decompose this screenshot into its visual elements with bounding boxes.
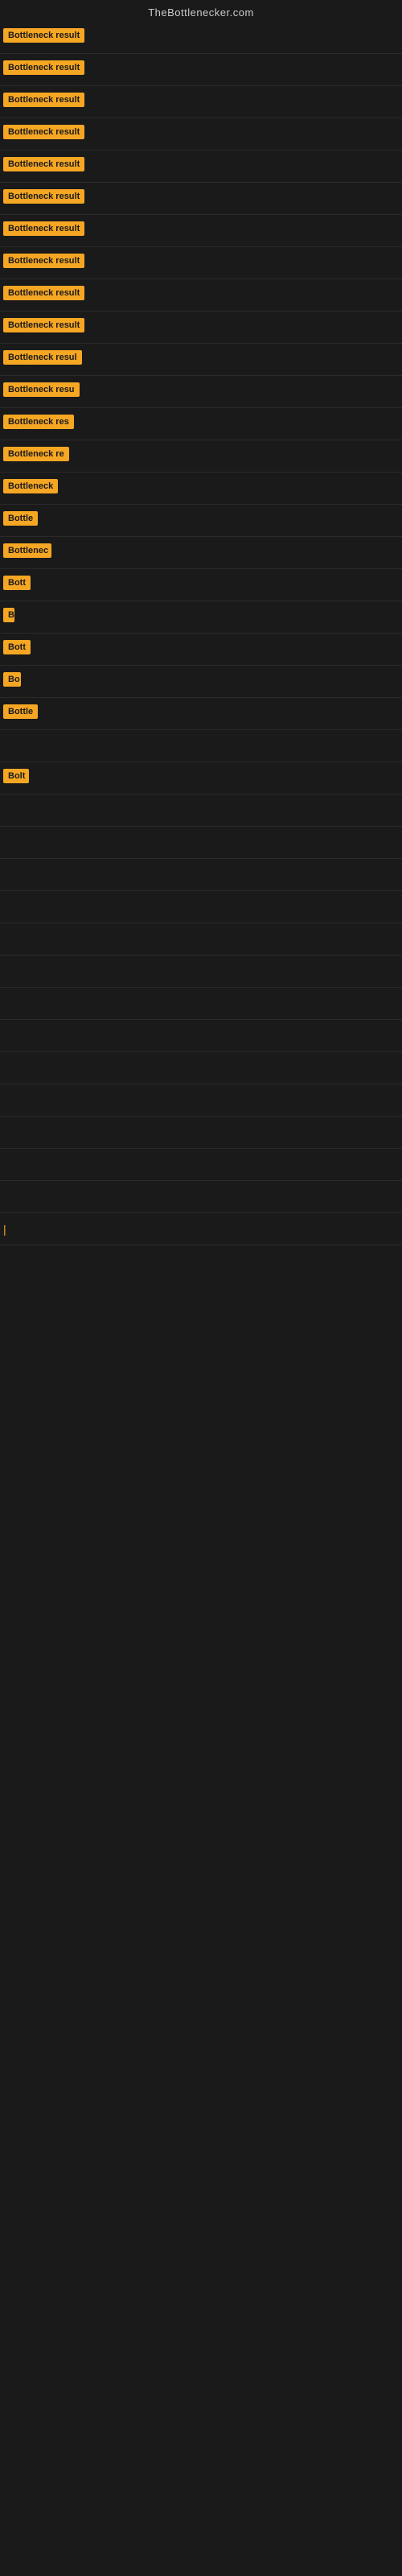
list-item: Bott <box>0 569 402 601</box>
list-item <box>0 1117 402 1149</box>
list-item: B <box>0 601 402 634</box>
list-item <box>0 956 402 988</box>
bottleneck-badge-wrap: Bottleneck result <box>3 286 84 304</box>
bottleneck-badge-wrap: Bottleneck resul <box>3 350 82 369</box>
list-item <box>0 1149 402 1181</box>
list-item: Bottleneck res <box>0 408 402 440</box>
bottleneck-result-badge[interactable]: B <box>3 608 14 622</box>
bottleneck-badge-wrap: Bottleneck result <box>3 157 84 175</box>
list-item <box>0 827 402 859</box>
list-item: Bottleneck result <box>0 215 402 247</box>
list-item: Bottleneck result <box>0 151 402 183</box>
list-item: Bottleneck result <box>0 118 402 151</box>
bottleneck-badge-wrap: Bottleneck result <box>3 189 84 208</box>
bottleneck-badge-wrap: Bott <box>3 576 31 594</box>
bottleneck-result-badge[interactable]: Bottleneck res <box>3 415 74 429</box>
bottleneck-result-badge[interactable]: Bottle <box>3 511 38 526</box>
bottleneck-badge-wrap: Bottleneck result <box>3 93 84 111</box>
list-item: Bottleneck result <box>0 54 402 86</box>
bottleneck-result-badge[interactable]: Bolt <box>3 769 29 783</box>
list-item <box>0 859 402 891</box>
list-item <box>0 1181 402 1213</box>
list-item <box>0 1020 402 1052</box>
bottleneck-badge-wrap: Bott <box>3 640 31 658</box>
list-item: Bottleneck <box>0 473 402 505</box>
list-item: Bottleneck result <box>0 279 402 312</box>
list-item <box>0 795 402 827</box>
bottleneck-badge-wrap: Bottleneck result <box>3 28 84 47</box>
list-item <box>0 1052 402 1084</box>
bottleneck-badge-wrap: B <box>3 608 14 626</box>
bottleneck-badge-wrap: Bottleneck result <box>3 221 84 240</box>
bottleneck-badge-wrap: Bottleneck result <box>3 125 84 143</box>
bottleneck-result-badge[interactable]: Bottleneck result <box>3 157 84 171</box>
list-item: Bottle <box>0 698 402 730</box>
list-item <box>0 730 402 762</box>
cursor-marker: | <box>3 1223 6 1236</box>
bottleneck-result-badge[interactable]: Bottleneck result <box>3 254 84 268</box>
list-item: Bo <box>0 666 402 698</box>
bottleneck-badge-wrap: Bottleneck resu <box>3 382 80 401</box>
bottleneck-badge-wrap: Bolt <box>3 769 29 787</box>
bottleneck-badge-wrap: Bottleneck <box>3 479 58 497</box>
list-item: Bottle <box>0 505 402 537</box>
list-item: Bottleneck result <box>0 86 402 118</box>
site-title: TheBottlenecker.com <box>148 6 254 19</box>
bottleneck-result-badge[interactable]: Bottlenec <box>3 543 51 558</box>
bottleneck-result-badge[interactable]: Bottleneck result <box>3 93 84 107</box>
bottleneck-result-badge[interactable]: Bott <box>3 640 31 654</box>
site-header: TheBottlenecker.com <box>0 0 402 22</box>
bottleneck-result-badge[interactable]: Bo <box>3 672 21 687</box>
bottleneck-badge-wrap: Bo <box>3 672 21 691</box>
list-item: Bottleneck result <box>0 247 402 279</box>
bottleneck-badge-wrap: Bottleneck result <box>3 318 84 336</box>
list-item: Bottleneck result <box>0 22 402 54</box>
list-item <box>0 988 402 1020</box>
bottleneck-badge-wrap: Bottleneck re <box>3 447 69 465</box>
bottleneck-badge-wrap: Bottle <box>3 704 38 723</box>
list-item <box>0 1084 402 1117</box>
list-item: Bottlenec <box>0 537 402 569</box>
bottleneck-result-badge[interactable]: Bottleneck result <box>3 221 84 236</box>
bottleneck-result-badge[interactable]: Bottle <box>3 704 38 719</box>
list-item <box>0 923 402 956</box>
bottleneck-result-badge[interactable]: Bottleneck re <box>3 447 69 461</box>
bottleneck-result-badge[interactable]: Bottleneck resul <box>3 350 82 365</box>
bottleneck-result-badge[interactable]: Bottleneck result <box>3 189 84 204</box>
list-item: Bottleneck resul <box>0 344 402 376</box>
bottleneck-result-badge[interactable]: Bottleneck result <box>3 60 84 75</box>
bottleneck-badge-wrap: Bottleneck result <box>3 60 84 79</box>
bottleneck-badge-wrap: Bottle <box>3 511 38 530</box>
list-item: Bottleneck resu <box>0 376 402 408</box>
bottleneck-result-badge[interactable]: Bott <box>3 576 31 590</box>
list-item: | <box>0 1213 402 1245</box>
list-item: Bottleneck result <box>0 183 402 215</box>
bottleneck-result-badge[interactable]: Bottleneck <box>3 479 58 493</box>
bottleneck-result-badge[interactable]: Bottleneck result <box>3 125 84 139</box>
bottleneck-result-badge[interactable]: Bottleneck result <box>3 28 84 43</box>
list-item <box>0 891 402 923</box>
list-item: Bottleneck re <box>0 440 402 473</box>
bottleneck-badge-wrap: Bottleneck result <box>3 254 84 272</box>
bottleneck-result-badge[interactable]: Bottleneck resu <box>3 382 80 397</box>
bottleneck-result-badge[interactable]: Bottleneck result <box>3 286 84 300</box>
bottleneck-badge-wrap: Bottleneck res <box>3 415 74 433</box>
bottleneck-badge-wrap: Bottlenec <box>3 543 51 562</box>
list-item: Bottleneck result <box>0 312 402 344</box>
list-item: Bott <box>0 634 402 666</box>
list-item: Bolt <box>0 762 402 795</box>
bottleneck-result-badge[interactable]: Bottleneck result <box>3 318 84 332</box>
